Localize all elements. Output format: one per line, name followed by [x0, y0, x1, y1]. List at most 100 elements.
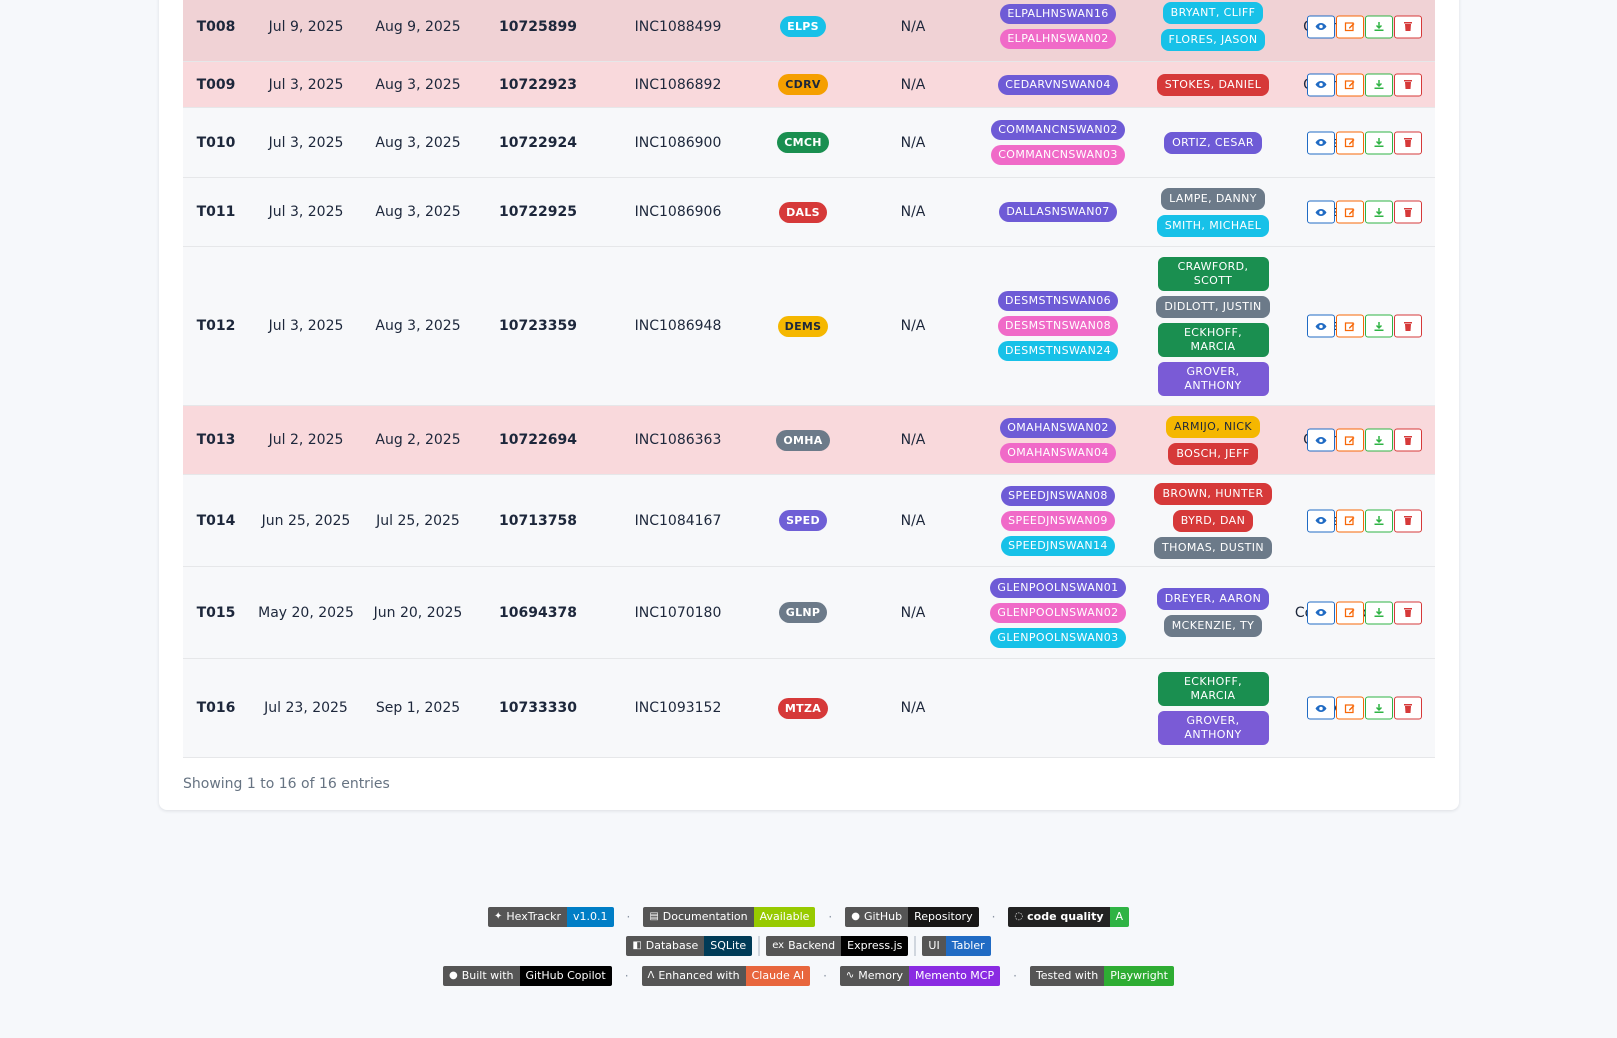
badge-a[interactable]: ◌ code quality A: [1008, 907, 1130, 927]
download-button[interactable]: [1365, 601, 1393, 624]
badge-label: ✦ HexTrackr: [487, 907, 568, 927]
view-button[interactable]: [1307, 200, 1335, 224]
badge-repository[interactable]: ● GitHub Repository: [845, 907, 979, 927]
delete-button[interactable]: [1394, 696, 1422, 720]
ticket-id: T015: [196, 604, 236, 621]
eye-icon: [1315, 320, 1327, 332]
device-badge: SPEEDJNSWAN14: [1001, 535, 1115, 556]
view-button[interactable]: [1307, 696, 1335, 720]
supervisor-value: N/A: [900, 318, 926, 334]
edit-button[interactable]: [1336, 601, 1364, 624]
supervisor-value: N/A: [900, 700, 926, 716]
edit-button[interactable]: [1336, 509, 1364, 532]
anthropic-icon: Λ: [647, 970, 655, 981]
technician-badge: CRAWFORD, SCOTT: [1157, 256, 1269, 291]
table-row: T008 Jul 9, 2025 Aug 9, 2025 10725899 INC108…: [183, 0, 1435, 62]
technician-badge: GROVER, ANTHONY: [1157, 361, 1269, 396]
view-button[interactable]: [1307, 601, 1335, 624]
badge-playwright[interactable]: Tested with Playwright: [1029, 966, 1174, 986]
edit-button[interactable]: [1336, 131, 1364, 154]
job-number: 10722925: [499, 204, 577, 220]
codacy-icon: ◌: [1014, 911, 1024, 922]
download-button[interactable]: [1365, 200, 1393, 224]
device-badge: GLENPOOLNSWAN02: [990, 602, 1126, 623]
site-cell: MTZA: [753, 659, 853, 757]
badge-memento-mcp[interactable]: ∿ Memory Memento MCP: [839, 966, 1001, 986]
job-number: 10723359: [499, 318, 577, 334]
edit-button[interactable]: [1336, 73, 1364, 96]
badge-claude-ai[interactable]: Λ Enhanced with Claude AI: [641, 966, 811, 986]
delete-button[interactable]: [1394, 428, 1422, 452]
download-button[interactable]: [1365, 131, 1393, 154]
table-row: T011 Jul 3, 2025 Aug 3, 2025 10722925 INC108…: [183, 178, 1435, 247]
sparkle-icon: ✦: [493, 911, 503, 922]
eye-icon: [1315, 434, 1327, 446]
delete-button[interactable]: [1394, 314, 1422, 338]
table-row: T013 Jul 2, 2025 Aug 2, 2025 10722694 INC108…: [183, 406, 1435, 475]
supervisor-value: N/A: [900, 604, 926, 621]
sqlite-icon: ◧: [632, 940, 642, 951]
view-button[interactable]: [1307, 509, 1335, 532]
row-actions: [1306, 601, 1422, 624]
download-button[interactable]: [1365, 428, 1393, 452]
badge-tabler[interactable]: UI Tabler: [922, 936, 991, 956]
badge-value: Playwright: [1104, 966, 1174, 986]
table-row: T015 May 20, 2025 Jun 20, 2025 10694378 INC1…: [183, 567, 1435, 659]
delete-button[interactable]: [1394, 601, 1422, 624]
trash-icon: [1402, 702, 1414, 714]
site-badge: MTZA: [777, 697, 829, 719]
edit-button[interactable]: [1336, 428, 1364, 452]
badge-label: ◧ Database: [626, 936, 705, 956]
device-badge: DESMSTNSWAN06: [997, 291, 1119, 311]
badge-v1-0-1[interactable]: ✦ HexTrackr v1.0.1: [487, 907, 614, 927]
trash-icon: [1402, 21, 1414, 33]
badge-available[interactable]: ▤ Documentation Available: [643, 907, 816, 927]
edit-icon: [1344, 434, 1356, 446]
due-date: Jul 25, 2025: [376, 512, 460, 529]
site-badge: DEMS: [777, 315, 829, 337]
job-number: 10733330: [499, 700, 577, 716]
download-button[interactable]: [1365, 509, 1393, 532]
badge-value: Memento MCP: [909, 966, 1001, 986]
technician-badge: BRYANT, CLIFF: [1162, 2, 1264, 24]
technician-badge: GROVER, ANTHONY: [1157, 710, 1269, 745]
view-button[interactable]: [1307, 131, 1335, 154]
ticket-id: T014: [196, 512, 236, 529]
delete-button[interactable]: [1394, 509, 1422, 532]
row-actions: [1306, 428, 1422, 452]
device-badge: SPEEDJNSWAN09: [1001, 510, 1115, 531]
delete-button[interactable]: [1394, 73, 1422, 96]
edit-button[interactable]: [1336, 200, 1364, 224]
edit-icon: [1344, 702, 1356, 714]
badge-express-js[interactable]: ex Backend Express.js: [766, 936, 909, 956]
edit-button[interactable]: [1336, 696, 1364, 720]
download-button[interactable]: [1365, 73, 1393, 96]
badge-github-copilot[interactable]: ● Built with GitHub Copilot: [443, 966, 612, 986]
edit-button[interactable]: [1336, 15, 1364, 38]
delete-button[interactable]: [1394, 15, 1422, 38]
technician-badge: DIDLOTT, JUSTIN: [1156, 295, 1270, 318]
delete-button[interactable]: [1394, 200, 1422, 224]
edit-button[interactable]: [1336, 314, 1364, 338]
job-number: 10725899: [499, 18, 577, 35]
incident-number: INC1086906: [634, 204, 722, 220]
row-actions: [1306, 509, 1422, 532]
download-icon: [1373, 515, 1385, 527]
delete-button[interactable]: [1394, 131, 1422, 154]
site-cell: GLNP: [753, 567, 853, 658]
view-button[interactable]: [1307, 314, 1335, 338]
badge-value: GitHub Copilot: [519, 966, 612, 986]
badge-sqlite[interactable]: ◧ Database SQLite: [626, 936, 753, 956]
download-button[interactable]: [1365, 314, 1393, 338]
devices-cell: DESMSTNSWAN06 DESMSTNSWAN08 DESMSTNSWAN24: [973, 247, 1143, 405]
site-badge: OMHA: [776, 429, 830, 451]
view-button[interactable]: [1307, 428, 1335, 452]
badge-label: UI: [922, 936, 946, 956]
view-button[interactable]: [1307, 73, 1335, 96]
ticket-id: T016: [196, 700, 236, 716]
trash-icon: [1402, 206, 1414, 218]
view-button[interactable]: [1307, 15, 1335, 38]
device-badge: GLENPOOLNSWAN03: [990, 627, 1126, 648]
download-button[interactable]: [1365, 15, 1393, 38]
download-button[interactable]: [1365, 696, 1393, 720]
